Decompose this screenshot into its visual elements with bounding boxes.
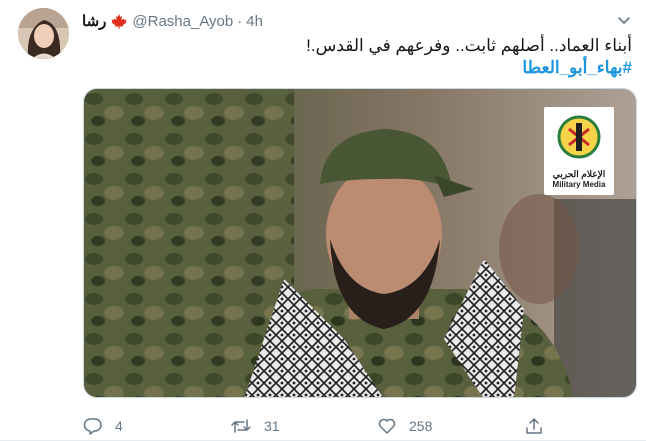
share-button[interactable] [524,416,544,436]
hashtag-link[interactable]: #بهاء_أبو_العطا [92,57,632,79]
reply-count: 4 [115,418,123,434]
like-icon [378,418,396,434]
emblem-icon [557,115,601,159]
tweet-text-line: أبناء العماد.. أصلهم ثابت.. وفرعهم في ال… [306,36,632,55]
tweet-photo[interactable]: الإعلام الحربي Military Media [83,88,637,398]
like-button[interactable]: 258 [377,416,432,436]
military-media-logo: الإعلام الحربي Military Media [544,107,614,195]
chevron-down-icon[interactable] [614,10,634,30]
share-icon [526,418,542,434]
tweet-actions: 4 31 258 [83,416,553,440]
separator-dot: · [237,12,243,30]
tweet[interactable]: رشا @Rasha_Ayob · 4h أبناء العماد.. أصله… [0,0,646,441]
reply-button[interactable]: 4 [83,416,123,436]
logo-english-text: Military Media [552,180,606,189]
reply-icon [83,418,102,435]
display-name[interactable]: رشا [82,12,106,30]
retweet-count: 31 [264,418,280,434]
tweet-text: أبناء العماد.. أصلهم ثابت.. وفرعهم في ال… [92,35,632,79]
maple-leaf-flag-icon [110,13,128,29]
like-count: 258 [409,418,433,434]
tweet-header: رشا @Rasha_Ayob · 4h [82,11,263,31]
retweet-icon [231,419,251,433]
avatar[interactable] [18,8,69,59]
retweet-button[interactable]: 31 [230,416,280,436]
user-handle[interactable]: @Rasha_Ayob [132,13,233,30]
logo-arabic-text: الإعلام الحربي [552,169,606,179]
timestamp[interactable]: 4h [246,13,263,30]
